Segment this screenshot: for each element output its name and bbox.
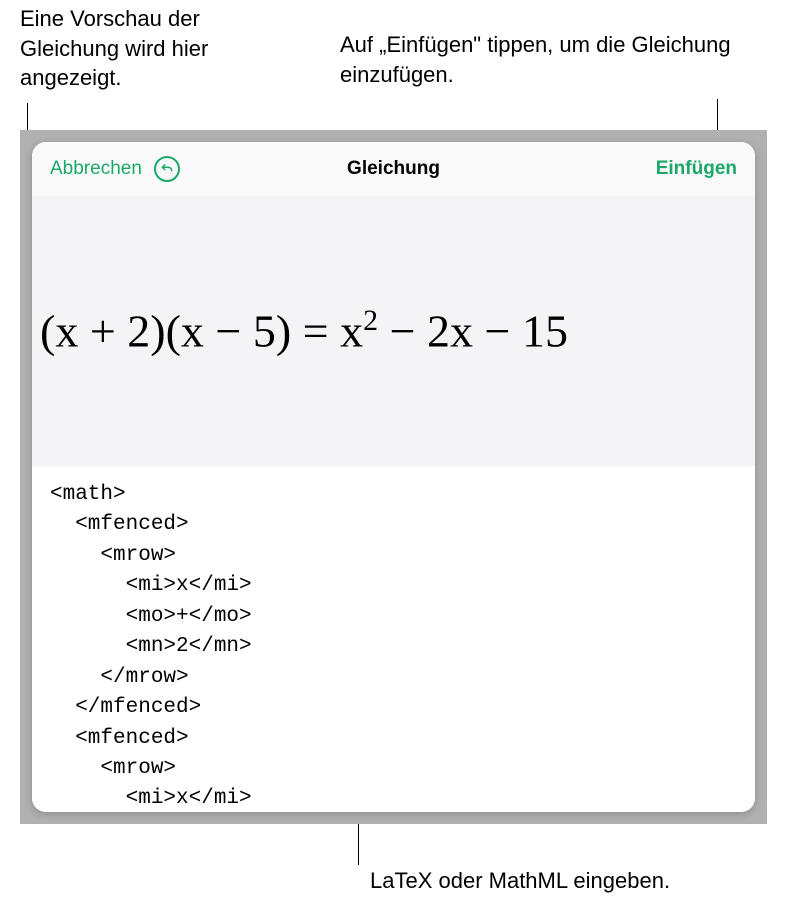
undo-icon	[160, 162, 174, 176]
equation-preview: (x + 2)(x − 5) = x2 − 2x − 15	[40, 304, 568, 357]
cancel-button[interactable]: Abbrechen	[50, 158, 142, 180]
callout-insert: Auf „Einfügen" tippen, um die Gleichung …	[340, 30, 760, 89]
dialog-header: Abbrechen Gleichung Einfügen	[32, 142, 755, 196]
dialog-title: Gleichung	[347, 158, 440, 180]
dialog-backdrop: Abbrechen Gleichung Einfügen (x + 2)(x −…	[20, 130, 767, 824]
insert-button[interactable]: Einfügen	[656, 158, 737, 180]
equation-source-input[interactable]: <math> <mfenced> <mrow> <mi>x</mi> <mo>+…	[32, 466, 755, 812]
header-left-group: Abbrechen	[50, 156, 180, 182]
equation-preview-area: (x + 2)(x − 5) = x2 − 2x − 15	[32, 196, 755, 466]
callout-code: LaTeX oder MathML eingeben.	[370, 866, 770, 896]
equation-dialog: Abbrechen Gleichung Einfügen (x + 2)(x −…	[32, 142, 755, 812]
callout-preview: Eine Vorschau der Gleichung wird hier an…	[20, 4, 300, 93]
undo-button[interactable]	[154, 156, 180, 182]
